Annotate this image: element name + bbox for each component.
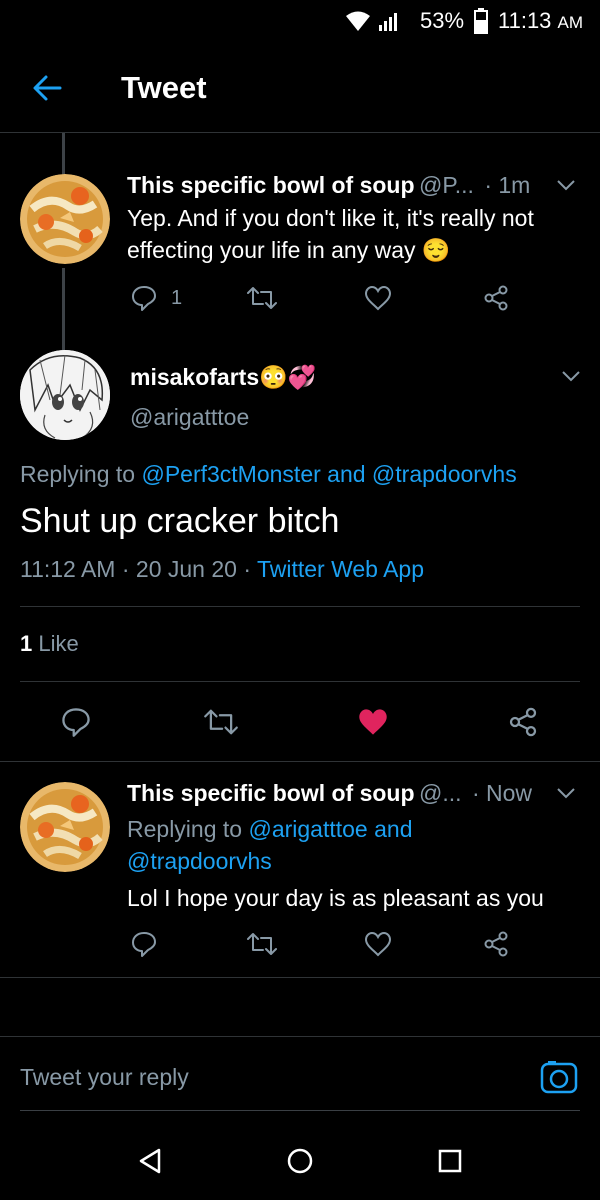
retweet-icon (204, 709, 238, 735)
heart-outline-icon (364, 931, 392, 957)
chevron-down-icon[interactable] (556, 178, 576, 192)
like-stats[interactable]: 1 Like (20, 631, 79, 657)
avatar[interactable] (20, 174, 110, 264)
retweet-icon (247, 933, 277, 955)
soup-avatar-image (20, 174, 110, 264)
share-icon (484, 285, 508, 311)
reply-icon (62, 708, 90, 737)
reply-icon (132, 286, 156, 311)
divider (0, 1036, 600, 1037)
top-app-bar: Tweet (0, 44, 600, 133)
reply-count: 1 (171, 287, 183, 309)
status-bar: 53% 11:13 AM (0, 0, 600, 44)
reply-icon (132, 932, 156, 957)
page-title: Tweet (121, 70, 207, 105)
avatar[interactable] (20, 782, 110, 872)
source-link[interactable]: Twitter Web App (257, 556, 424, 582)
divider (0, 761, 600, 762)
handle[interactable]: @... (419, 780, 462, 806)
divider (0, 977, 600, 978)
retweet-button[interactable] (246, 930, 278, 958)
tweet-header: This specific bowl of soup @P... · 1m (127, 172, 547, 202)
handle[interactable]: @arigatttoe (130, 404, 249, 431)
back-arrow-icon[interactable] (32, 74, 62, 102)
anime-avatar-image (20, 350, 110, 440)
nav-back-icon[interactable] (137, 1147, 163, 1175)
reply-button[interactable] (130, 284, 158, 312)
avatar[interactable] (20, 350, 110, 440)
display-name[interactable]: This specific bowl of soup (127, 172, 415, 198)
heart-filled-icon (359, 709, 387, 735)
wifi-icon (346, 11, 370, 31)
like-button[interactable] (364, 930, 392, 958)
share-button[interactable] (482, 284, 510, 312)
mention-link[interactable]: @trapdoorvhs (372, 461, 517, 487)
nav-home-icon[interactable] (286, 1147, 314, 1175)
clock: 11:13 AM (498, 8, 584, 33)
display-name[interactable]: misakofarts😳💞 (130, 364, 316, 391)
replying-to: Replying to @Perf3ctMonster and @trapdoo… (20, 461, 517, 487)
tweet-text: Shut up cracker bitch (20, 502, 340, 540)
divider (20, 681, 580, 682)
signal-icon (379, 13, 397, 31)
tweet-time: · Now (471, 780, 533, 806)
reply-button[interactable] (60, 706, 92, 738)
chevron-down-icon[interactable] (556, 786, 576, 800)
soup-avatar-image (20, 782, 110, 872)
share-icon (484, 931, 508, 957)
camera-icon[interactable] (540, 1060, 578, 1096)
thread-line (62, 268, 65, 350)
handle[interactable]: @P... (419, 172, 474, 198)
reply-composer-input[interactable]: Tweet your reply (20, 1064, 189, 1091)
retweet-button[interactable] (203, 706, 239, 738)
tweet-text: Yep. And if you don't like it, it's real… (127, 205, 534, 263)
android-nav-bar (0, 1111, 600, 1200)
tweet-timestamp: 11:12 AM · 20 Jun 20 · Twitter Web App (20, 556, 425, 582)
display-name[interactable]: This specific bowl of soup (127, 780, 415, 806)
nav-recents-icon[interactable] (437, 1148, 463, 1174)
reply-button[interactable] (130, 930, 158, 958)
battery-percent: 53% (420, 8, 465, 33)
mention-link[interactable]: @arigatttoe (248, 816, 367, 842)
share-button[interactable] (482, 930, 510, 958)
divider (20, 606, 580, 607)
thread-line (62, 133, 65, 175)
liked-button[interactable] (357, 706, 389, 738)
retweet-icon (247, 287, 277, 309)
mention-link[interactable]: @Perf3ctMonster (141, 461, 320, 487)
chevron-down-icon[interactable] (561, 369, 581, 383)
replying-to: Replying to @arigatttoe and @trapdoorvhs (127, 816, 413, 874)
tweet-time: · 1m (484, 172, 531, 198)
share-icon (509, 707, 537, 737)
retweet-button[interactable] (246, 284, 278, 312)
share-button[interactable] (507, 706, 539, 738)
battery-icon (474, 8, 488, 34)
mention-link[interactable]: @trapdoorvhs (127, 848, 272, 874)
heart-outline-icon (364, 285, 392, 311)
tweet-text: Lol I hope your day is as pleasant as yo… (127, 885, 544, 911)
like-button[interactable] (364, 284, 392, 312)
tweet-header: This specific bowl of soup @... · Now (127, 780, 547, 810)
